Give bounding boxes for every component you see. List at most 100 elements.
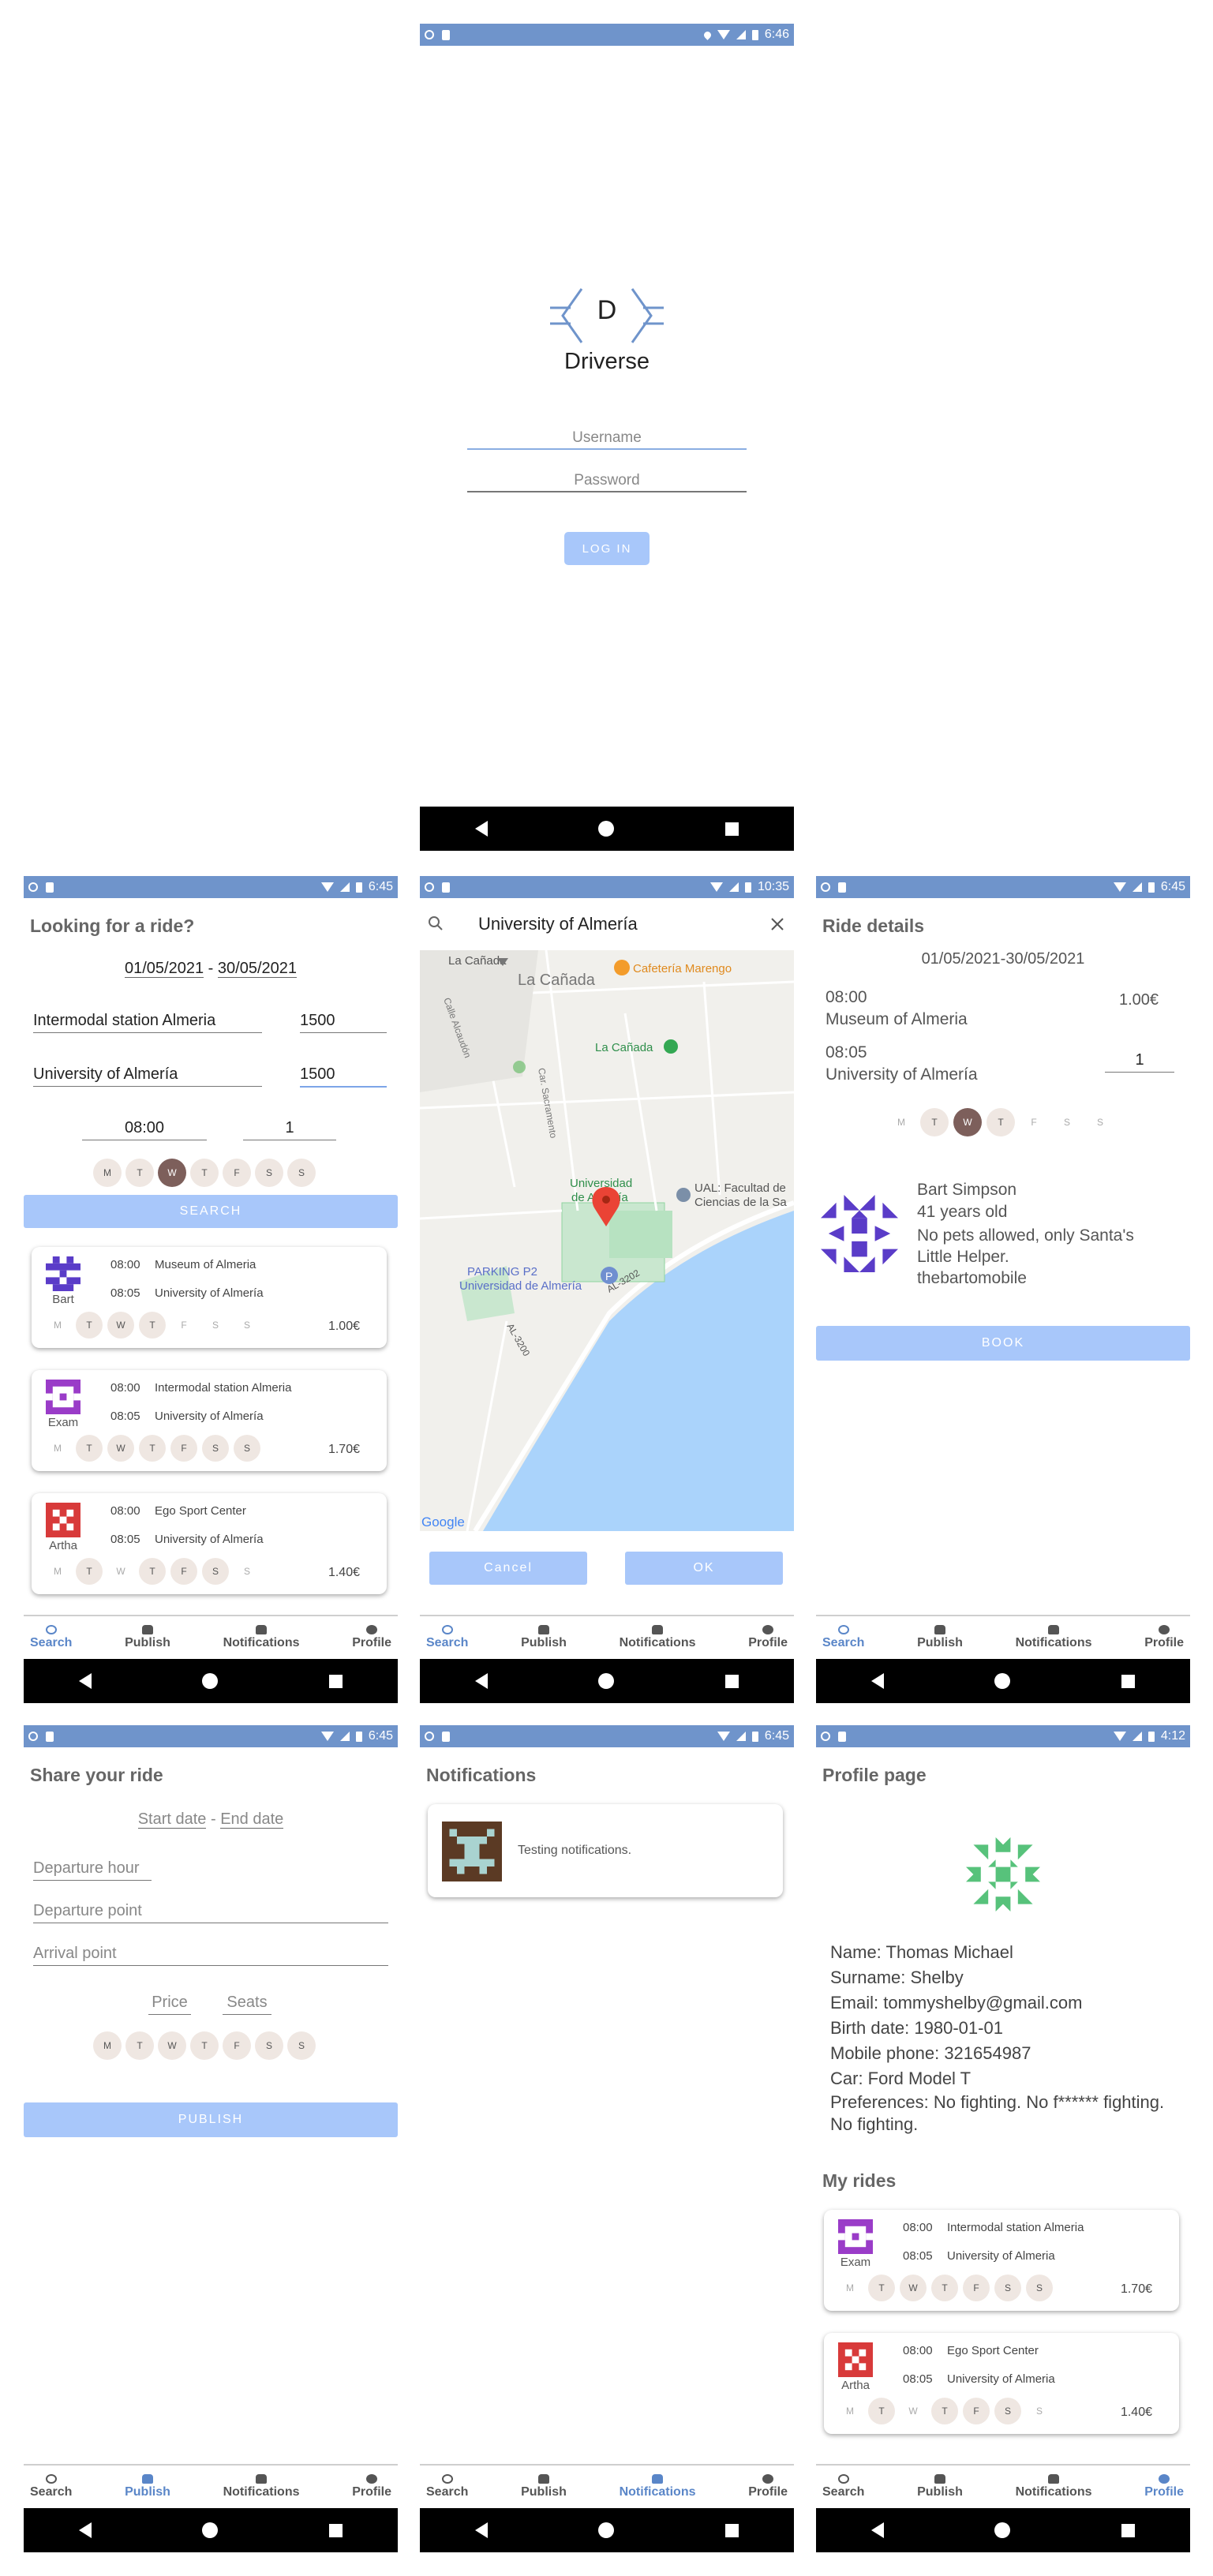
end-date-field[interactable]: 30/05/2021 — [217, 960, 297, 978]
day-monday[interactable]: M — [93, 2031, 122, 2060]
back-icon[interactable] — [79, 2522, 92, 2538]
day-sunday[interactable]: S — [287, 1159, 316, 1187]
tab-publish[interactable]: Publish — [125, 1625, 170, 1650]
home-icon[interactable] — [598, 2522, 615, 2538]
username-field[interactable]: Username — [467, 429, 747, 450]
tab-publish[interactable]: Publish — [521, 1625, 567, 1650]
day-thursday[interactable]: T — [190, 2031, 219, 2060]
login-button[interactable]: LOG IN — [564, 532, 650, 565]
hour-field[interactable]: 08:00 — [82, 1119, 207, 1140]
day-thursday[interactable]: T — [986, 1108, 1015, 1136]
home-icon[interactable] — [598, 1673, 615, 1689]
notification-card[interactable]: Testing notifications. — [428, 1804, 783, 1897]
password-field[interactable]: Password — [467, 472, 747, 492]
back-icon[interactable] — [475, 1673, 489, 1689]
home-icon[interactable] — [994, 2522, 1011, 2538]
day-tuesday[interactable]: T — [125, 2031, 154, 2060]
day-sunday[interactable]: S — [287, 2031, 316, 2060]
start-date-field[interactable]: 01/05/2021 — [124, 960, 204, 978]
ride-card[interactable]: Exam 08:00 Intermodal station Almeria 08:… — [824, 2210, 1179, 2311]
tab-profile[interactable]: Profile — [748, 1625, 788, 1650]
day-tuesday[interactable]: T — [920, 1108, 949, 1136]
tab-search[interactable]: Search — [30, 2474, 72, 2499]
recents-icon[interactable] — [724, 1674, 739, 1688]
recents-icon[interactable] — [724, 822, 739, 836]
day-saturday[interactable]: S — [255, 2031, 283, 2060]
ride-card[interactable]: Artha 08:00 Ego Sport Center 08:05 Univers… — [32, 1493, 387, 1594]
search-button[interactable]: SEARCH — [24, 1195, 398, 1228]
tab-profile[interactable]: Profile — [352, 1625, 391, 1650]
home-icon[interactable] — [202, 2522, 219, 2538]
search-icon[interactable] — [428, 915, 444, 931]
day-wednesday[interactable]: W — [158, 1159, 186, 1187]
tab-notifications[interactable]: Notifications — [223, 2474, 299, 2499]
recents-icon[interactable] — [724, 2523, 739, 2537]
recents-icon[interactable] — [1121, 2523, 1135, 2537]
tab-search[interactable]: Search — [822, 2474, 864, 2499]
from-radius-field[interactable]: 1500 — [300, 1012, 387, 1033]
seats-field[interactable]: 1 — [1105, 1051, 1174, 1073]
cancel-button[interactable]: Cancel — [429, 1552, 587, 1585]
map-label-lacanada: La Cañada — [518, 972, 596, 989]
bottom-tabs: Search Publish Notifications Profile — [816, 1615, 1190, 1659]
tab-profile[interactable]: Profile — [1144, 1625, 1184, 1650]
ride-card[interactable]: Exam 08:00 Intermodal station Almeria 08:… — [32, 1370, 387, 1471]
map-view[interactable]: La Cañada La Cañada Cafetería Marengo La… — [420, 950, 794, 1531]
from-field[interactable]: Intermodal station Almeria — [33, 1012, 262, 1033]
tab-publish[interactable]: Publish — [917, 2474, 963, 2499]
end-date-field[interactable]: End date — [220, 1810, 284, 1829]
day-friday[interactable]: F — [223, 2031, 251, 2060]
close-icon[interactable] — [770, 917, 784, 931]
seats-field[interactable]: Seats — [223, 1994, 271, 2015]
day-monday[interactable]: M — [93, 1159, 122, 1187]
home-icon[interactable] — [202, 1673, 219, 1689]
recents-icon[interactable] — [1121, 1674, 1135, 1688]
start-date-field[interactable]: Start date — [137, 1810, 207, 1829]
publish-button[interactable]: PUBLISH — [24, 2102, 398, 2137]
home-icon[interactable] — [994, 1673, 1011, 1689]
back-icon[interactable] — [871, 2522, 885, 2538]
tab-notifications[interactable]: Notifications — [620, 1625, 695, 1650]
tab-publish[interactable]: Publish — [521, 2474, 567, 2499]
day-wednesday[interactable]: W — [953, 1108, 982, 1136]
day-thursday[interactable]: T — [190, 1159, 219, 1187]
to-radius-field[interactable]: 1500 — [300, 1065, 387, 1088]
day-tuesday[interactable]: T — [125, 1159, 154, 1187]
ride-card[interactable]: Artha 08:00 Ego Sport Center 08:05 Univers… — [824, 2333, 1179, 2434]
arrival-point-field[interactable]: Arrival point — [33, 1945, 388, 1966]
seats-field[interactable]: 1 — [243, 1119, 336, 1140]
recents-icon[interactable] — [328, 1674, 343, 1688]
tab-profile[interactable]: Profile — [748, 2474, 788, 2499]
tab-search[interactable]: Search — [822, 1625, 864, 1650]
departure-hour-field[interactable]: Departure hour — [33, 1859, 152, 1881]
tab-search[interactable]: Search — [426, 2474, 468, 2499]
tab-publish[interactable]: Publish — [917, 1625, 963, 1650]
tab-notifications[interactable]: Notifications — [223, 1625, 299, 1650]
tab-profile[interactable]: Profile — [352, 2474, 391, 2499]
departure-point-field[interactable]: Departure point — [33, 1902, 388, 1923]
back-icon[interactable] — [79, 1673, 92, 1689]
back-icon[interactable] — [475, 821, 489, 837]
tab-profile[interactable]: Profile — [1144, 2474, 1184, 2499]
day-friday[interactable]: F — [223, 1159, 251, 1187]
recents-icon[interactable] — [328, 2523, 343, 2537]
book-button[interactable]: BOOK — [816, 1326, 1190, 1361]
tab-search[interactable]: Search — [426, 1625, 468, 1650]
day-wednesday[interactable]: W — [158, 2031, 186, 2060]
price-field[interactable]: Price — [148, 1994, 191, 2015]
back-icon[interactable] — [871, 1673, 885, 1689]
circle-icon — [425, 1732, 434, 1741]
day-tuesday: T — [76, 1435, 103, 1462]
day-saturday[interactable]: S — [255, 1159, 283, 1187]
tab-publish[interactable]: Publish — [125, 2474, 170, 2499]
ok-button[interactable]: OK — [625, 1552, 783, 1585]
tab-notifications[interactable]: Notifications — [620, 2474, 695, 2499]
tab-notifications[interactable]: Notifications — [1016, 2474, 1091, 2499]
map-search-input[interactable]: University of Almería — [478, 914, 638, 934]
to-field[interactable]: University of Almería — [33, 1065, 262, 1087]
tab-search[interactable]: Search — [30, 1625, 72, 1650]
ride-card[interactable]: Bart 08:00 Museum of Almeria 08:05 Univers… — [32, 1247, 387, 1348]
tab-notifications[interactable]: Notifications — [1016, 1625, 1091, 1650]
back-icon[interactable] — [475, 2522, 489, 2538]
home-icon[interactable] — [598, 821, 615, 837]
